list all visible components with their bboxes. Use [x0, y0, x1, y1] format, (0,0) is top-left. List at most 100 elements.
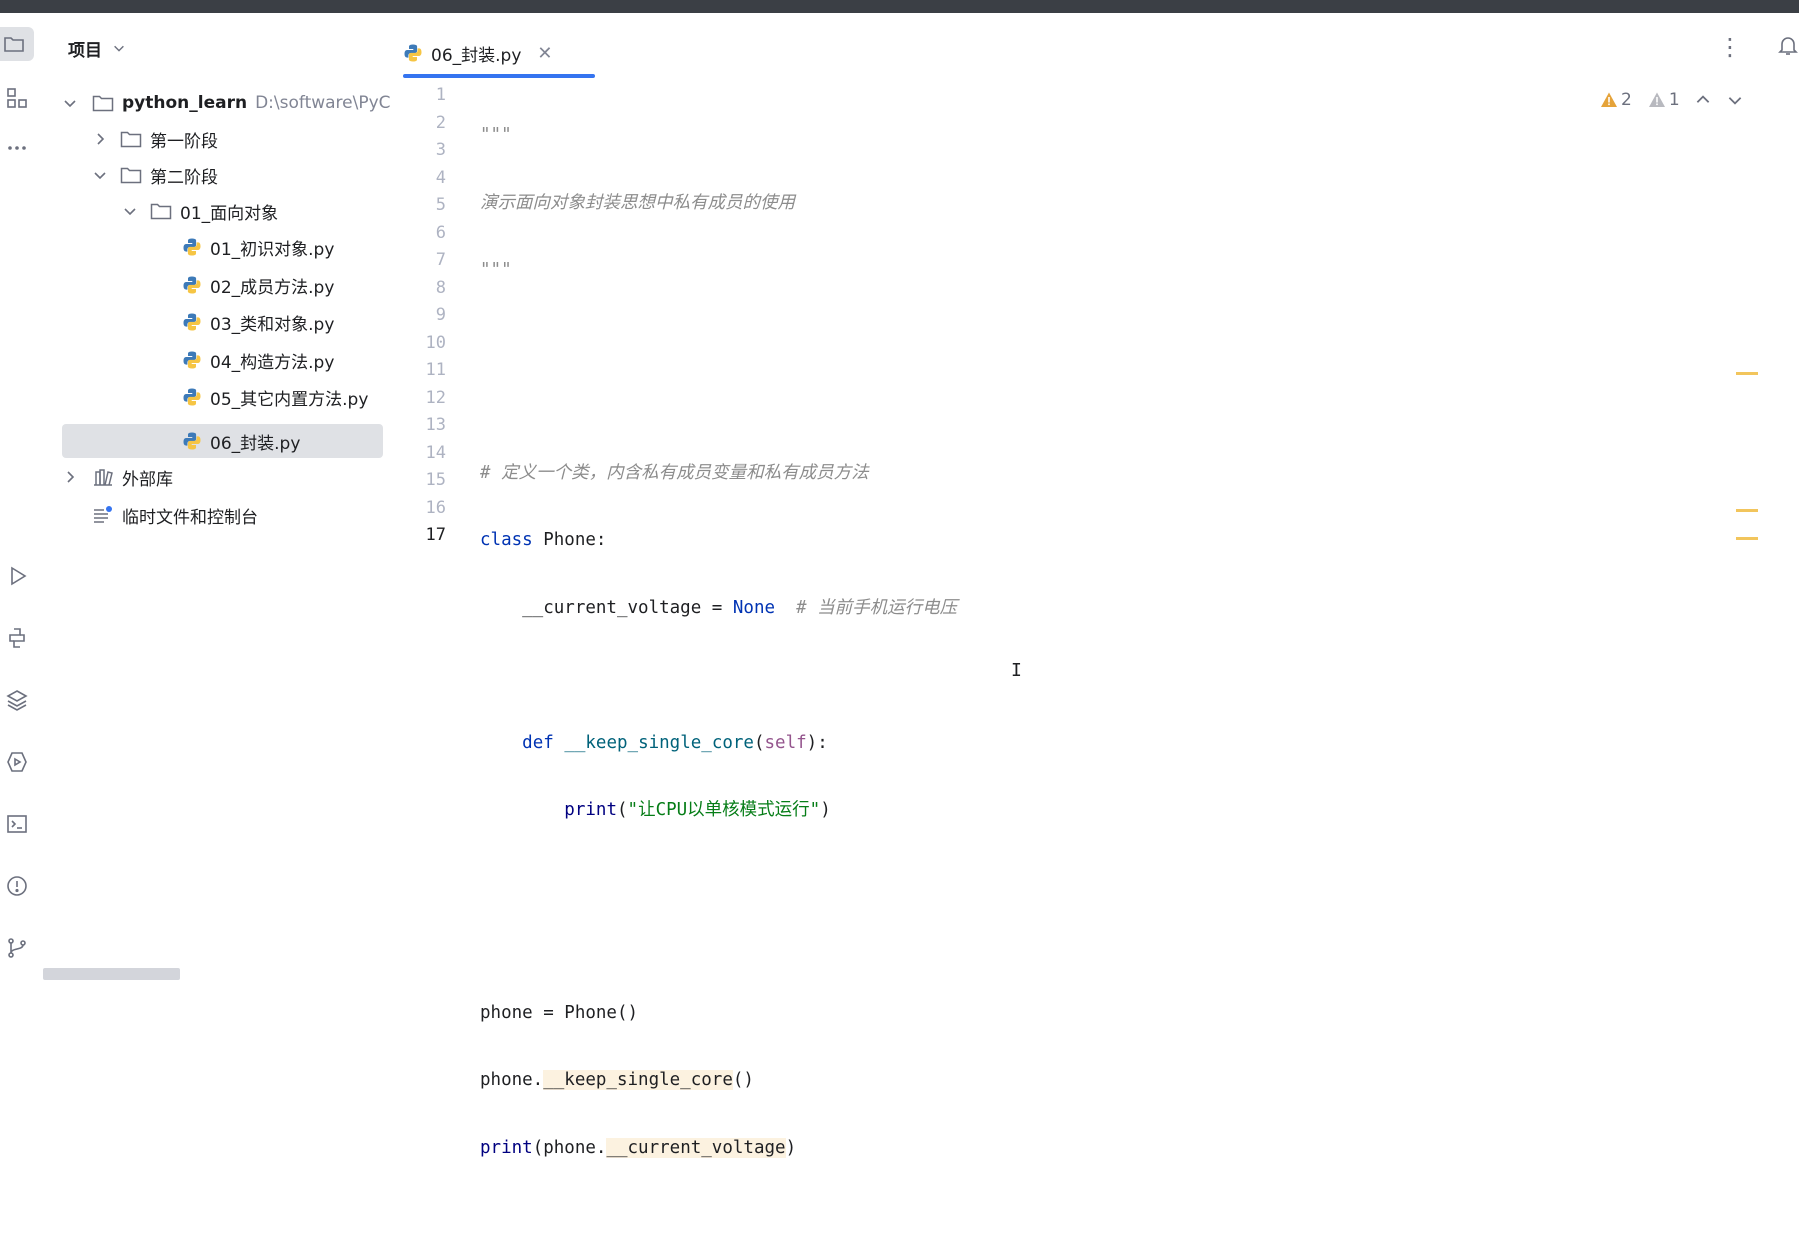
- tree-item-file[interactable]: 03_类和对象.py: [182, 305, 522, 339]
- problems-tool-button[interactable]: [0, 869, 34, 903]
- horizontal-scrollbar[interactable]: [43, 968, 180, 980]
- chevron-up-icon[interactable]: [1694, 91, 1712, 109]
- python-console-icon: [9, 628, 25, 648]
- structure-tool-button[interactable]: [0, 81, 34, 115]
- line-number: 14: [425, 442, 446, 463]
- tree-item-scratches[interactable]: 临时文件和控制台: [62, 498, 402, 532]
- run-tool-button[interactable]: [0, 559, 34, 593]
- folder-icon: [4, 37, 24, 52]
- string-literal: "让CPU以单核模式运行": [627, 800, 821, 820]
- chevron-down-icon[interactable]: [92, 167, 108, 183]
- inspections-widget[interactable]: 2 1: [1600, 90, 1744, 110]
- tree-item-label: 第二阶段: [150, 167, 218, 188]
- warning-icon: [1601, 92, 1617, 107]
- folder-icon: [120, 131, 142, 148]
- weak-warnings-count: 1: [1668, 90, 1680, 110]
- line-number: 12: [425, 387, 446, 408]
- warning-stripe-mark[interactable]: [1736, 537, 1758, 540]
- layers-icon: [6, 690, 28, 711]
- chevron-right-icon[interactable]: [92, 131, 108, 147]
- python-file-icon: [183, 276, 201, 294]
- editor-tab-active[interactable]: 06_封装.py ✕: [403, 28, 552, 78]
- line-number: 2: [435, 112, 446, 133]
- notifications-bell-icon[interactable]: [1776, 30, 1799, 60]
- terminal-icon: [7, 815, 27, 833]
- project-tool-button[interactable]: [0, 27, 34, 61]
- run-icon: [11, 566, 27, 586]
- weak-warnings-counter[interactable]: 1: [1648, 90, 1680, 110]
- warnings-counter[interactable]: 2: [1600, 90, 1632, 110]
- folder-icon: [150, 203, 172, 220]
- line-number: 9: [435, 305, 446, 325]
- builtin: print: [564, 800, 617, 820]
- warning-highlight[interactable]: __keep_single_core: [543, 1070, 733, 1090]
- python-file-icon: [183, 432, 201, 450]
- line-number: 5: [435, 195, 446, 215]
- python-console-button[interactable]: [0, 621, 34, 655]
- code-text: (phone.: [532, 1137, 607, 1158]
- tool-window-strip: [0, 13, 40, 980]
- code-line: phone.__keep_single_core(): [480, 1067, 957, 1095]
- code-line: phone = Phone(): [480, 1000, 957, 1028]
- chevron-down-icon[interactable]: [62, 95, 78, 111]
- line-number: 6: [435, 222, 446, 243]
- warning-stripe-mark[interactable]: [1736, 509, 1758, 512]
- tree-item-file[interactable]: 02_成员方法.py: [182, 268, 522, 302]
- line-number: 13: [425, 415, 446, 435]
- tree-item-label: 01_面向对象: [180, 203, 279, 224]
- builtin: print: [480, 1137, 533, 1158]
- close-icon[interactable]: ✕: [537, 43, 552, 64]
- packages-tool-button[interactable]: [0, 683, 34, 717]
- tree-item-file[interactable]: 04_构造方法.py: [182, 343, 522, 377]
- comment: # 当前手机运行电压: [775, 597, 958, 618]
- tree-item-label: 05_其它内置方法.py: [210, 389, 369, 410]
- docstring: """: [480, 125, 512, 145]
- line-number: 16: [425, 497, 446, 518]
- code-text: (): [732, 1070, 754, 1090]
- more-options-icon[interactable]: ⋮: [1718, 32, 1742, 62]
- tree-item-python-learn[interactable]: python_learn D:\software\PyC: [62, 86, 402, 120]
- line-number-current: 17: [425, 525, 446, 545]
- project-panel-header[interactable]: 项目: [68, 34, 126, 62]
- active-tab-indicator: [403, 74, 595, 78]
- comment: # 定义一个类，内含私有成员变量和私有成员方法: [480, 462, 869, 483]
- code-line: class Phone:: [480, 527, 957, 555]
- terminal-tool-button[interactable]: [0, 807, 34, 841]
- tree-item-file[interactable]: 01_初识对象.py: [182, 230, 522, 264]
- python-file-icon: [183, 238, 201, 256]
- window-top-bar: [0, 0, 1799, 13]
- tree-item-file[interactable]: 05_其它内置方法.py: [182, 380, 522, 414]
- services-tool-button[interactable]: [0, 745, 34, 779]
- code-text: phone = Phone(): [480, 1002, 639, 1023]
- code-line: # 定义一个类，内含私有成员变量和私有成员方法: [480, 460, 957, 488]
- code-editor[interactable]: """ 演示面向对象封装思想中私有成员的使用 """ # 定义一个类，内含私有成…: [480, 82, 957, 1250]
- chevron-down-icon: [114, 45, 124, 52]
- line-number: 4: [435, 167, 446, 188]
- line-number: 8: [435, 277, 446, 298]
- tree-item-label: 第一阶段: [150, 131, 218, 152]
- tree-item-stage-1[interactable]: 第一阶段: [92, 122, 432, 156]
- tree-item-label: 04_构造方法.py: [210, 352, 335, 373]
- git-tool-button[interactable]: [0, 931, 34, 965]
- warnings-count: 2: [1621, 90, 1632, 110]
- chevron-down-icon[interactable]: [1726, 91, 1744, 109]
- code-text: __current_voltage =: [480, 597, 733, 618]
- tree-item-stage-2[interactable]: 第二阶段: [92, 158, 432, 192]
- tree-item-external-libraries[interactable]: 外部库: [62, 460, 402, 494]
- chevron-down-icon[interactable]: [122, 203, 138, 219]
- tab-label: 06_封装.py: [431, 45, 522, 66]
- ellipsis-icon: [8, 146, 26, 150]
- problems-icon: [7, 876, 27, 896]
- warning-stripe-mark[interactable]: [1736, 372, 1758, 375]
- more-tools-button[interactable]: [0, 131, 34, 165]
- docstring: """: [480, 260, 512, 280]
- warning-highlight[interactable]: __current_voltage: [606, 1137, 786, 1158]
- code-line: 演示面向对象封装思想中私有成员的使用: [480, 190, 957, 218]
- tree-item-file-selected[interactable]: 06_封装.py: [62, 424, 383, 458]
- chevron-right-icon[interactable]: [62, 469, 78, 485]
